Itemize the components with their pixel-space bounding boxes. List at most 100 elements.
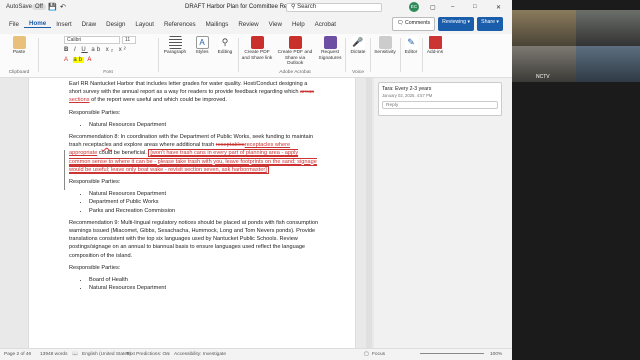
responsible-list-2: Natural Resources Department Department … bbox=[89, 190, 355, 215]
title-bar: AutoSave Off 💾 ↶ DRAFT Harbor Plan for C… bbox=[0, 0, 512, 14]
zoom-level[interactable]: 100% bbox=[490, 352, 502, 357]
voice-group: 🎤 Dictate Voice bbox=[347, 36, 369, 76]
accessibility-icon: ☺ bbox=[166, 352, 171, 357]
document-area: Earl RR Nantucket Harbor that includes l… bbox=[0, 78, 512, 348]
tab-references[interactable]: References bbox=[159, 21, 201, 28]
rec8-text-2: and explore areas where additional trash bbox=[111, 142, 216, 149]
comment-date: January 02, 2025, 4:57 PM bbox=[382, 93, 433, 98]
list-item: Natural Resources Department bbox=[89, 284, 355, 292]
paste-icon[interactable] bbox=[12, 36, 26, 49]
paragraph-label: Paragraph bbox=[163, 50, 187, 55]
addins-label: Add-ins bbox=[426, 50, 444, 55]
sensitivity-icon[interactable] bbox=[378, 36, 392, 49]
tab-view[interactable]: View bbox=[264, 21, 287, 28]
language-status[interactable]: English (United States) bbox=[82, 352, 131, 357]
microphone-icon[interactable]: 🎤 bbox=[351, 36, 365, 49]
tab-home[interactable]: Home bbox=[23, 20, 52, 28]
font-name-select[interactable]: Calibri bbox=[64, 36, 120, 44]
video-label: NCTV bbox=[536, 74, 550, 80]
create-pdf-label: Create PDF and Share link bbox=[241, 50, 273, 61]
avatar[interactable]: EC bbox=[409, 2, 419, 12]
tab-help[interactable]: Help bbox=[287, 21, 310, 28]
document-page[interactable]: Earl RR Nantucket Harbor that includes l… bbox=[28, 78, 356, 348]
save-icon[interactable]: 💾 bbox=[48, 3, 57, 11]
tab-draw[interactable]: Draw bbox=[77, 21, 101, 28]
create-pdf-icon[interactable] bbox=[250, 36, 264, 49]
clipboard-group: Paste Clipboard bbox=[4, 36, 34, 76]
comment-icon: 🗨 bbox=[397, 20, 406, 26]
responsible-parties-heading: Responsible Parties: bbox=[69, 109, 121, 116]
tab-layout[interactable]: Layout bbox=[130, 21, 159, 28]
font-format-buttons[interactable]: B I U ab x₂ x² bbox=[64, 47, 128, 53]
search-placeholder: Search bbox=[297, 4, 317, 10]
text-predictions-status[interactable]: Text Predictions: On bbox=[126, 352, 169, 357]
responsible-parties-heading: Responsible Parties: bbox=[69, 264, 121, 271]
clipboard-group-label: Clipboard bbox=[8, 70, 30, 75]
top-actions: 🗨 Comments Reviewing ▾ Share ▾ bbox=[392, 17, 503, 31]
font-group: Calibri 11 B I U ab x₂ x² A ab A Font bbox=[62, 36, 154, 76]
paragraph-survey: Earl RR Nantucket Harbor that includes l… bbox=[69, 80, 319, 105]
focus-button[interactable]: Focus bbox=[372, 352, 385, 357]
ribbon: Paste Clipboard Calibri 11 B I U ab x₂ x… bbox=[0, 34, 512, 78]
editor-icon[interactable]: ✎ bbox=[404, 36, 418, 49]
focus-icon[interactable]: ▢ bbox=[364, 352, 369, 357]
responsible-parties-heading: Responsible Parties: bbox=[69, 179, 121, 186]
font-size-select[interactable]: 11 bbox=[122, 36, 136, 44]
editor-group: ✎ Editor bbox=[402, 36, 420, 76]
reviewing-button[interactable]: Reviewing ▾ bbox=[438, 17, 475, 31]
tab-design[interactable]: Design bbox=[101, 21, 130, 28]
recommendation-8: Recommendation 8: In coordination with t… bbox=[69, 133, 319, 174]
word-count[interactable]: 13948 words bbox=[40, 352, 67, 357]
video-tile-2 bbox=[576, 10, 640, 46]
styles-icon[interactable]: A bbox=[195, 36, 209, 49]
maximize-icon[interactable]: □ bbox=[473, 4, 477, 10]
comments-pane: Tara: Every 2-3 years January 02, 2025, … bbox=[374, 78, 512, 348]
comments-label: Comments bbox=[405, 20, 431, 26]
font-color-buttons[interactable]: A ab A bbox=[64, 57, 93, 63]
addins-icon[interactable] bbox=[428, 36, 442, 49]
dictate-label: Dictate bbox=[350, 50, 366, 55]
list-item: Board of Health bbox=[89, 276, 355, 284]
undo-icon[interactable]: ↶ bbox=[60, 3, 66, 11]
reply-input[interactable]: Reply bbox=[382, 101, 498, 109]
zoom-slider[interactable] bbox=[420, 353, 484, 354]
ribbon-display-icon[interactable]: ▢ bbox=[430, 4, 436, 11]
tab-file[interactable]: File bbox=[4, 21, 24, 28]
comments-button[interactable]: 🗨 Comments bbox=[392, 17, 436, 31]
list-item: Department of Public Works bbox=[89, 198, 355, 206]
tab-mailings[interactable]: Mailings bbox=[201, 21, 234, 28]
share-button[interactable]: Share ▾ bbox=[477, 17, 503, 31]
tab-review[interactable]: Review bbox=[233, 21, 263, 28]
status-bar: Page 2 of 46 13948 words 📖 English (Unit… bbox=[0, 348, 512, 360]
list-item: Natural Resources Department bbox=[89, 190, 355, 198]
sensitivity-group: Sensitivity bbox=[372, 36, 398, 76]
tab-insert[interactable]: Insert bbox=[51, 21, 76, 28]
minimize-icon[interactable]: – bbox=[451, 4, 454, 10]
comment-card[interactable]: Tara: Every 2-3 years January 02, 2025, … bbox=[378, 82, 502, 116]
accessibility-status[interactable]: Accessibility: Investigate bbox=[174, 352, 226, 357]
editing-group: ⚲ Editing bbox=[214, 36, 236, 76]
sensitivity-label: Sensitivity bbox=[374, 50, 396, 55]
autosave-toggle[interactable]: Off bbox=[32, 4, 46, 10]
p0c-text: of the report were useful and which coul… bbox=[91, 97, 227, 104]
search-box[interactable]: ⚲ Search bbox=[286, 3, 382, 12]
video-gallery: NCTV bbox=[512, 0, 640, 360]
responsible-list-3: Board of Health Natural Resources Depart… bbox=[89, 276, 355, 292]
create-pdf-outlook-icon[interactable] bbox=[288, 36, 302, 49]
request-signatures-label: Request Signatures bbox=[318, 50, 342, 61]
create-pdf-outlook-label: Create PDF and Share via Outlook bbox=[277, 50, 313, 66]
scrollbar[interactable] bbox=[366, 78, 372, 348]
adobe-group-label: Adobe Acrobat bbox=[279, 70, 311, 75]
change-bar bbox=[64, 150, 65, 190]
autosave-label: AutoSave bbox=[6, 4, 33, 10]
close-icon[interactable]: ✕ bbox=[496, 4, 501, 11]
tab-acrobat[interactable]: Acrobat bbox=[310, 21, 341, 28]
paragraph-icon[interactable] bbox=[168, 36, 182, 49]
recommendation-9: Recommendation 9: Multi-lingual regulato… bbox=[69, 219, 319, 259]
list-item: Natural Resources Department bbox=[89, 121, 355, 129]
page-count[interactable]: Page 2 of 46 bbox=[4, 352, 31, 357]
editing-icon[interactable]: ⚲ bbox=[218, 36, 232, 49]
signature-icon[interactable] bbox=[323, 36, 337, 49]
font-group-label: Font bbox=[103, 70, 113, 75]
proofing-icon[interactable]: 📖 bbox=[72, 352, 78, 357]
